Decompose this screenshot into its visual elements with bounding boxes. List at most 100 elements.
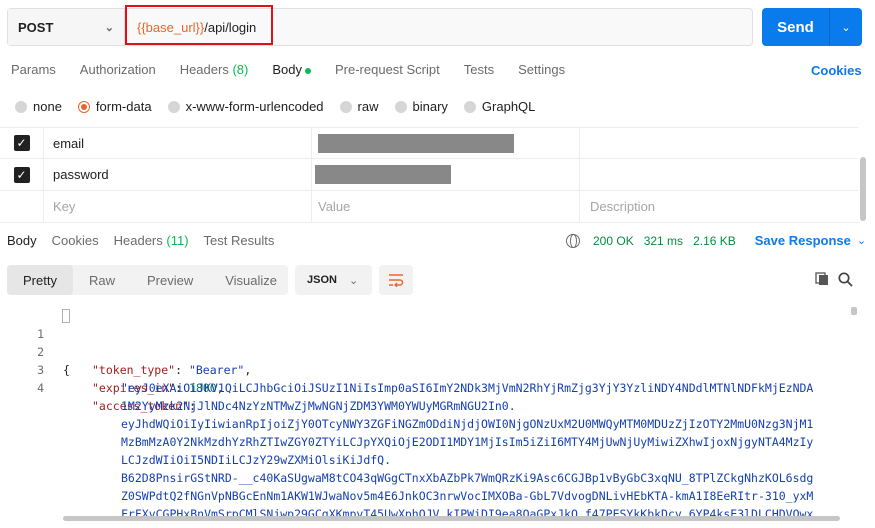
- value-input[interactable]: Value: [312, 191, 580, 222]
- response-time: 321 ms: [643, 233, 684, 248]
- view-visualize-button[interactable]: Visualize: [209, 265, 293, 295]
- chevron-down-icon: ⌄: [841, 21, 851, 34]
- tab-test-results[interactable]: Test Results: [204, 233, 275, 248]
- table-scrollbar[interactable]: [860, 157, 866, 221]
- request-tabs: Params Authorization Headers (8) Body Pr…: [11, 62, 589, 80]
- chevron-down-icon[interactable]: ⌄: [857, 234, 866, 247]
- tab-body[interactable]: Body: [272, 62, 311, 80]
- search-icon[interactable]: [838, 272, 853, 287]
- format-label: JSON: [307, 274, 337, 286]
- radio-selected-icon: [77, 100, 90, 113]
- radio-graphql[interactable]: GraphQL: [463, 99, 536, 114]
- view-mode-group: Pretty Raw Preview Visualize: [7, 265, 288, 295]
- cookies-link[interactable]: Cookies: [811, 63, 862, 78]
- token-line: B62D8PnsirGStNRD-__c40KaSUgwaM8tCO43qWGg…: [121, 471, 814, 485]
- response-tabs: Body Cookies Headers (11) Test Results: [7, 233, 289, 248]
- url-input[interactable]: {{base_url}}/api/login: [125, 5, 752, 45]
- chevron-down-icon: ⌄: [348, 274, 359, 287]
- description-input[interactable]: Description: [580, 191, 858, 222]
- code-line: 3 "expires_in": 1800,: [0, 343, 224, 395]
- method-select[interactable]: POST ⌄: [8, 9, 125, 45]
- token-line: 1M2YyMzk2NjJlNDc4NzYzNTMwZjMwNGNjZDM3YWM…: [121, 399, 516, 413]
- tab-response-headers-label: Headers: [113, 233, 163, 248]
- radio-label: raw: [357, 99, 379, 114]
- tab-headers[interactable]: Headers (8): [180, 62, 249, 80]
- copy-icon[interactable]: [815, 272, 829, 286]
- table-row: ✓ email: [0, 127, 858, 159]
- send-options-button[interactable]: ⌄: [830, 8, 862, 46]
- view-preview-button[interactable]: Preview: [131, 265, 209, 295]
- token-line: MzBmMzA0Y2NkMzdhYzRhZTIwZGY0ZTYiLCJpYXQi…: [121, 435, 814, 449]
- view-raw-button[interactable]: Raw: [73, 265, 131, 295]
- response-size: 2.16 KB: [693, 233, 736, 248]
- tab-body-label: Body: [272, 62, 302, 77]
- redacted-value: [318, 133, 514, 153]
- radio-icon: [15, 100, 27, 113]
- radio-label: x-www-form-urlencoded: [185, 99, 324, 114]
- tab-params[interactable]: Params: [11, 62, 56, 80]
- status-code: 200 OK: [593, 233, 634, 248]
- key-cell[interactable]: password: [44, 159, 312, 190]
- radio-icon: [394, 100, 407, 113]
- response-meta: 200 OK 321 ms 2.16 KB Save Response ⌄: [566, 233, 866, 248]
- active-dot-icon: [304, 67, 311, 74]
- radio-label: none: [33, 99, 62, 114]
- tab-authorization[interactable]: Authorization: [80, 62, 156, 80]
- description-cell[interactable]: [580, 159, 858, 190]
- save-response-button[interactable]: Save Response: [755, 233, 851, 248]
- radio-label: GraphQL: [481, 99, 536, 114]
- code-scrollbar[interactable]: [851, 307, 857, 315]
- tab-tests[interactable]: Tests: [464, 62, 494, 80]
- radio-x-www-form-urlencoded[interactable]: x-www-form-urlencoded: [167, 99, 324, 114]
- tab-response-cookies[interactable]: Cookies: [52, 233, 99, 248]
- tab-pre-request-script[interactable]: Pre-request Script: [335, 62, 440, 80]
- description-cell[interactable]: [580, 128, 858, 158]
- radio-label: binary: [412, 99, 448, 114]
- code-line: 4 "access_token":: [0, 361, 196, 413]
- table-row-new: Key Value Description: [0, 191, 858, 223]
- token-line: eyJhdWQiOiIyIiwianRpIjoiZjY0OTcyNWY3ZGFi…: [121, 417, 814, 431]
- json-key: "token_type": [92, 363, 176, 377]
- format-select[interactable]: JSON ⌄: [295, 265, 372, 295]
- form-data-table: ✓ email ✓ password Key Value Description: [0, 127, 858, 223]
- url-bar: POST ⌄ {{base_url}}/api/login: [7, 5, 753, 46]
- url-highlight-box: [125, 5, 273, 45]
- send-button[interactable]: Send: [762, 8, 830, 46]
- key-cell[interactable]: email: [44, 128, 312, 158]
- token-line: "eyJ0eXAiOiJKV1QiLCJhbGciOiJSUzI1NiIsImp…: [121, 381, 814, 395]
- radio-raw[interactable]: raw: [339, 99, 379, 114]
- tab-response-body[interactable]: Body: [7, 233, 37, 248]
- value-cell[interactable]: [312, 159, 580, 190]
- tab-response-headers[interactable]: Headers (11): [114, 233, 189, 248]
- radio-icon: [463, 100, 476, 113]
- response-code-view[interactable]: 1 { 2 "token_type": "Bearer", 3 "expires…: [0, 307, 850, 528]
- value-cell[interactable]: [312, 128, 580, 158]
- row-checkbox[interactable]: ✓: [13, 135, 30, 151]
- key-input[interactable]: Key: [44, 191, 312, 222]
- chevron-down-icon: ⌄: [104, 21, 114, 34]
- token-line: Z0SWPdtQ2fNGnVpNBGcEnNm1AKW1WJwaNov5m4E6…: [121, 489, 814, 503]
- tab-settings[interactable]: Settings: [518, 62, 565, 80]
- table-row: ✓ password: [0, 159, 858, 191]
- redacted-value: [315, 165, 451, 184]
- open-brace: {: [63, 363, 70, 377]
- wrap-lines-button[interactable]: [379, 265, 413, 295]
- radio-form-data[interactable]: form-data: [77, 99, 152, 114]
- method-label: POST: [18, 19, 54, 35]
- view-pretty-button[interactable]: Pretty: [7, 265, 73, 295]
- body-type-options: none form-data x-www-form-urlencoded raw…: [15, 99, 551, 114]
- response-headers-count: (11): [166, 233, 189, 248]
- brace-match-box: [62, 309, 70, 323]
- code-horizontal-scrollbar[interactable]: [63, 516, 840, 521]
- code-line: 2 "token_type": "Bearer",: [0, 325, 251, 377]
- globe-icon[interactable]: [566, 233, 580, 248]
- radio-icon: [339, 100, 352, 113]
- json-string: "Bearer": [188, 363, 245, 377]
- code-line: 1 {: [0, 307, 70, 377]
- radio-binary[interactable]: binary: [394, 99, 448, 114]
- row-checkbox[interactable]: ✓: [13, 166, 30, 183]
- radio-label: form-data: [95, 99, 152, 114]
- line-number: 4: [37, 381, 44, 395]
- headers-count: (8): [232, 62, 249, 77]
- radio-none[interactable]: none: [15, 99, 62, 114]
